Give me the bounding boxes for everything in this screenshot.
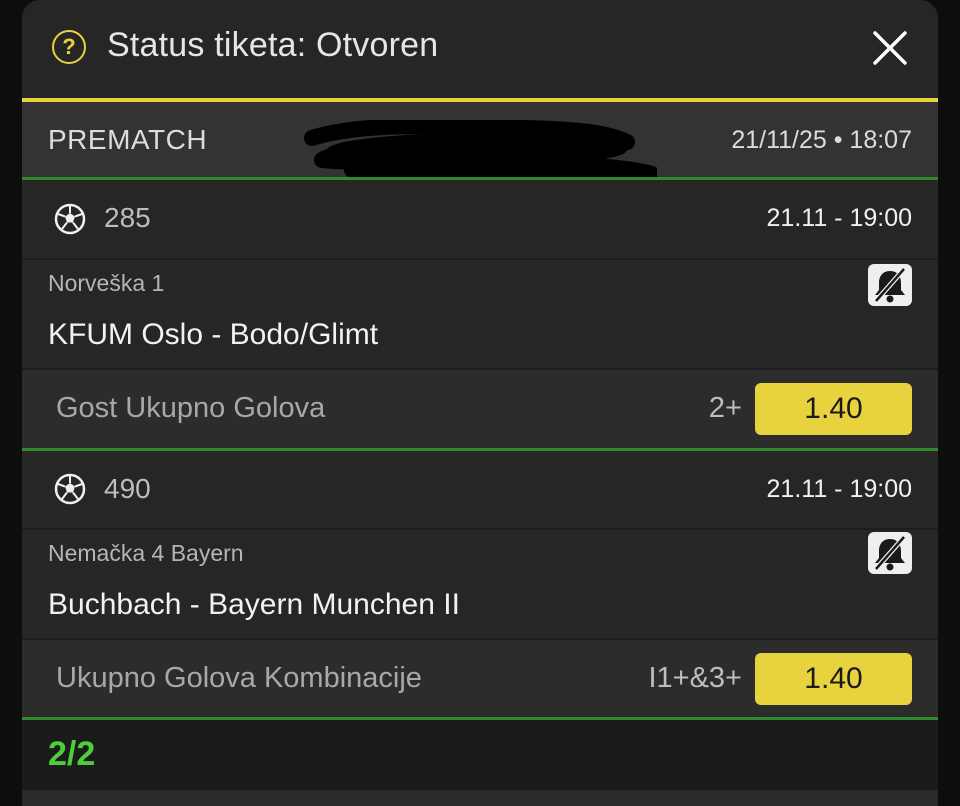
notification-off-icon[interactable] <box>868 532 912 574</box>
ticket-datetime: 21/11/25 • 18:07 <box>731 126 912 154</box>
market-row: Ukupno Golova Kombinacije I1+&3+ 1.40 <box>22 640 938 718</box>
event-header-row: 490 21.11 - 19:00 <box>22 451 938 528</box>
redaction-scribble <box>304 120 657 178</box>
ticket-summary: 2/2 <box>22 720 938 790</box>
help-icon[interactable]: ? <box>52 30 86 64</box>
event-time: 21.11 - 19:00 <box>766 475 912 503</box>
odds-button[interactable]: 1.40 <box>755 653 912 705</box>
panel-header: ? Status tiketa: Otvoren <box>22 0 938 98</box>
odds-button[interactable]: 1.40 <box>755 383 912 435</box>
event-time: 21.11 - 19:00 <box>766 204 912 232</box>
market-row: Gost Ukupno Golova 2+ 1.40 <box>22 370 938 448</box>
match-name: Buchbach - Bayern Munchen II <box>48 588 460 621</box>
match-name: KFUM Oslo - Bodo/Glimt <box>48 318 379 351</box>
league-name: Nemačka 4 Bayern <box>48 540 244 566</box>
pick-value: I1+&3+ <box>648 662 742 694</box>
market-name: Gost Ukupno Golova <box>56 392 326 424</box>
bottom-strip <box>22 790 938 806</box>
notification-off-icon[interactable] <box>868 264 912 306</box>
prematch-label: PREMATCH <box>48 124 208 155</box>
market-name: Ukupno Golova Kombinacije <box>56 662 422 694</box>
event-id: 490 <box>104 473 151 504</box>
event-info-row: Norveška 1 KFUM Oslo - Bodo/Glimt <box>22 260 938 368</box>
pick-value: 2+ <box>708 392 742 424</box>
close-icon[interactable] <box>872 30 908 66</box>
event-header-row: 285 21.11 - 19:00 <box>22 180 938 258</box>
prematch-bar: PREMATCH 21/11/25 • 18:07 <box>22 102 938 178</box>
event-id: 285 <box>104 202 151 233</box>
ticket-status-panel: ? Status tiketa: Otvoren PREMATCH 21/11/… <box>22 0 938 806</box>
football-icon <box>54 473 86 505</box>
screen: ? Status tiketa: Otvoren PREMATCH 21/11/… <box>0 0 960 806</box>
league-name: Norveška 1 <box>48 270 165 296</box>
page-title: Status tiketa: Otvoren <box>107 26 439 64</box>
football-icon <box>54 203 86 235</box>
won-count: 2/2 <box>48 735 96 773</box>
event-info-row: Nemačka 4 Bayern Buchbach - Bayern Munch… <box>22 530 938 638</box>
